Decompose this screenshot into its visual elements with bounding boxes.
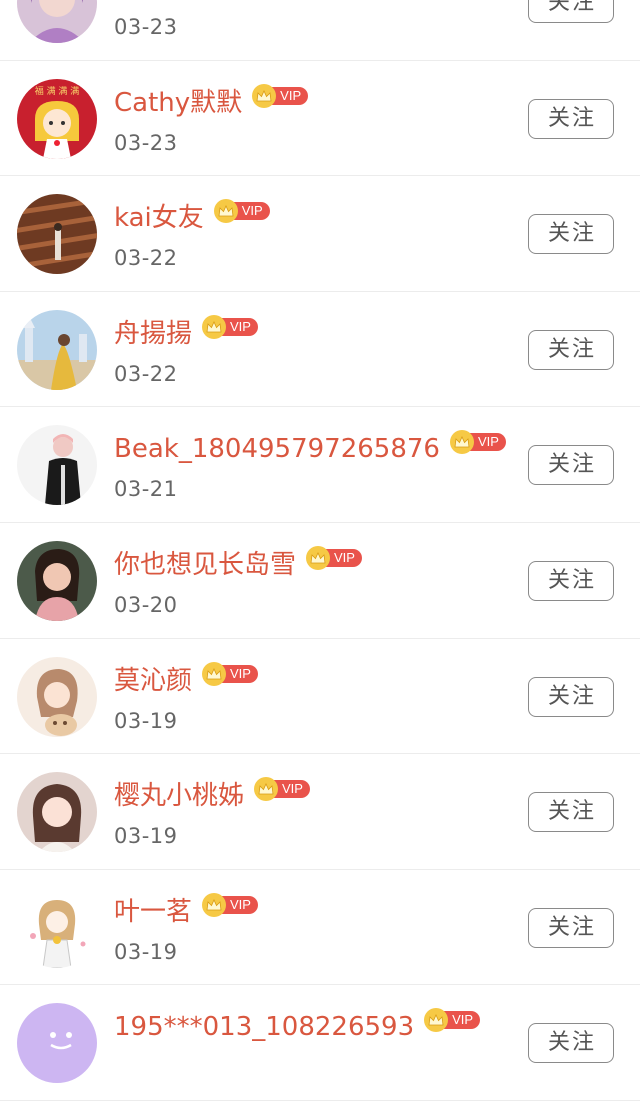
list-item[interactable]: 莫沁颜 VIP 03-19 关注 [0,639,640,755]
user-name[interactable]: Beak_180495797265876 [114,429,440,469]
follow-date: 03-22 [114,246,178,271]
follow-button[interactable]: 关注 [528,98,614,139]
follow-date: 03-19 [114,939,178,964]
vip-badge: VIP [213,199,270,224]
follow-button[interactable]: 关注 [528,0,614,23]
user-name-line: Beak_180495797265876 VIP [114,429,506,469]
vip-badge: VIP [424,1008,481,1033]
avatar[interactable] [17,194,97,275]
user-name-line: kai女友 VIP [114,198,270,238]
user-name[interactable]: 195***013_108226593 [114,1007,414,1047]
user-name[interactable]: Cathy默默 [114,83,242,123]
avatar[interactable]: 福 满 满 满 [17,78,97,159]
avatar[interactable] [17,656,97,737]
follow-date: 03-21 [114,477,178,502]
follow-button[interactable]: 关注 [528,907,614,948]
follower-list: 03-23 关注 福 满 满 满 Cathy默默 VIP 03-23 关注 ka… [0,0,640,1101]
vip-badge: VIP [449,430,506,455]
list-item[interactable]: 叶一茗 VIP 03-19 关注 [0,870,640,986]
vip-badge: VIP [202,314,258,339]
avatar[interactable] [17,309,97,390]
crown-icon [254,777,279,802]
user-name[interactable]: 叶一茗 [114,892,192,932]
list-item[interactable]: Beak_180495797265876 VIP 03-21 关注 [0,407,640,523]
follow-button[interactable]: 关注 [528,676,614,717]
crown-icon [202,314,227,339]
list-item[interactable]: 03-23 关注 [0,0,640,61]
list-item[interactable]: 你也想见长岛雪 VIP 03-20 关注 [0,523,640,639]
follow-date: 03-20 [114,592,178,617]
vip-badge: VIP [254,777,310,802]
list-item[interactable]: kai女友 VIP 03-22 关注 [0,176,640,292]
follow-button[interactable]: 关注 [528,214,614,255]
follow-button[interactable]: 关注 [528,445,614,486]
vip-badge: VIP [202,892,258,917]
avatar[interactable] [17,1003,97,1084]
list-item[interactable]: 福 满 满 满 Cathy默默 VIP 03-23 关注 [0,61,640,177]
avatar[interactable] [17,772,97,853]
follow-date: 03-22 [114,361,178,386]
user-name[interactable]: 樱丸小桃姊 [114,776,244,816]
crown-icon [202,661,227,686]
crown-icon [252,83,277,108]
svg-text:福 满 满 满: 福 满 满 满 [35,85,80,97]
user-name[interactable]: 你也想见长岛雪 [114,545,296,585]
user-name-line: 叶一茗 VIP [114,892,258,932]
list-item[interactable]: 舟揚揚 VIP 03-22 关注 [0,292,640,408]
vip-badge: VIP [306,545,362,570]
crown-icon [306,545,331,570]
vip-badge: VIP [252,83,309,108]
follow-button[interactable]: 关注 [528,560,614,601]
follow-date: 03-19 [114,824,178,849]
user-name-line: 莫沁颜 VIP [114,661,258,701]
avatar[interactable] [17,425,97,506]
user-name-line: Cathy默默 VIP [114,83,309,123]
list-item[interactable]: 195***013_108226593 VIP 关注 [0,985,640,1101]
user-name-line: 樱丸小桃姊 VIP [114,776,310,816]
avatar[interactable] [17,0,97,43]
follow-button[interactable]: 关注 [528,1023,614,1064]
user-name[interactable]: 莫沁颜 [114,661,192,701]
list-item[interactable]: 樱丸小桃姊 VIP 03-19 关注 [0,754,640,870]
follow-date: 03-23 [114,130,178,155]
avatar[interactable] [17,887,97,968]
follow-date: 03-23 [114,15,178,39]
vip-badge: VIP [202,661,258,686]
avatar[interactable] [17,540,97,621]
user-name[interactable]: kai女友 [114,198,204,238]
crown-icon [213,199,238,224]
crown-icon [202,892,227,917]
user-name-line: 舟揚揚 VIP [114,314,258,354]
user-name[interactable]: 舟揚揚 [114,314,192,354]
follow-button[interactable]: 关注 [528,792,614,833]
user-name-line: 你也想见长岛雪 VIP [114,545,362,585]
user-name-line: 195***013_108226593 VIP [114,1007,481,1047]
follow-button[interactable]: 关注 [528,329,614,370]
follow-date: 03-19 [114,708,178,733]
